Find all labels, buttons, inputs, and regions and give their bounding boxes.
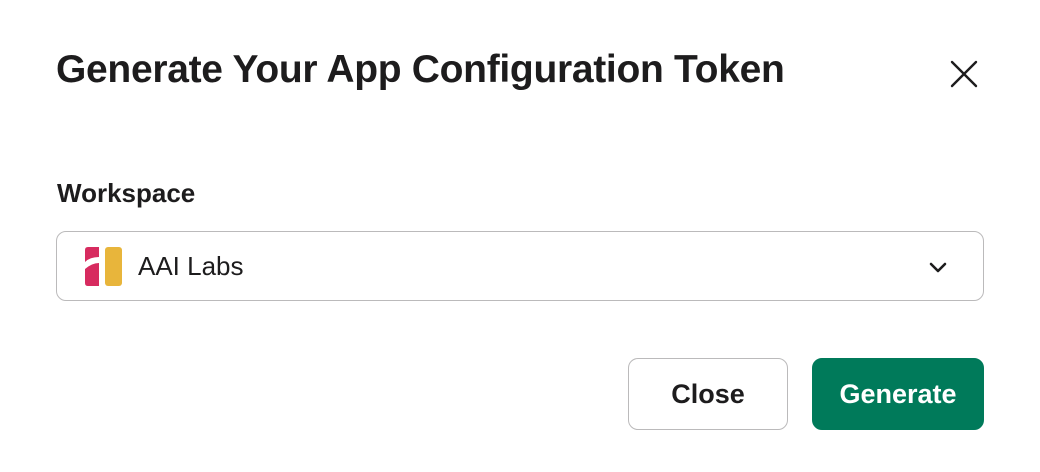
workspace-label: Workspace — [57, 178, 196, 208]
generate-button[interactable]: Generate — [812, 358, 984, 430]
dialog-title: Generate Your App Configuration Token — [56, 48, 785, 91]
chevron-down-icon — [929, 262, 947, 273]
workspace-selected-value: AAI Labs — [138, 251, 244, 281]
generate-token-dialog: Generate Your App Configuration Token Wo… — [0, 0, 1040, 472]
close-dialog-button[interactable] — [940, 50, 988, 98]
close-button[interactable]: Close — [628, 358, 788, 430]
workspace-select[interactable]: AAI Labs — [56, 231, 984, 301]
workspace-logo-icon — [85, 246, 122, 286]
close-icon — [950, 60, 978, 88]
